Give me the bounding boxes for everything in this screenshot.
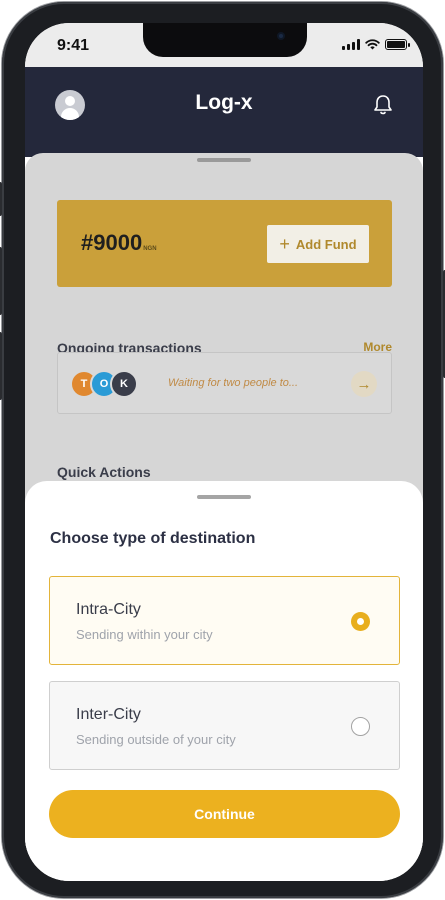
participant-avatar: K [110,370,138,398]
front-camera [277,32,285,40]
screen: 9:41 Log-x #9000NGN + Add Fund Ongoing t… [25,23,423,881]
quick-actions-title: Quick Actions [57,464,151,480]
status-icons [342,39,410,50]
continue-button[interactable]: Continue [49,790,400,838]
app-title: Log-x [195,91,253,114]
sheet-title: Choose type of destination [50,530,256,547]
app-header: Log-x [25,67,423,157]
mute-switch [0,182,2,216]
wallet-balance: #9000NGN [81,230,157,256]
bell-icon[interactable] [373,94,393,116]
phone-frame: 9:41 Log-x #9000NGN + Add Fund Ongoing t… [0,2,445,898]
balance-currency: NGN [143,246,157,252]
volume-up-button [0,247,2,315]
option-title: Inter-City [76,706,141,723]
option-intra-city[interactable]: Intra-City Sending within your city [49,576,400,665]
option-subtitle: Sending outside of your city [76,732,236,747]
plus-icon: + [279,234,290,254]
drag-handle [197,158,251,162]
destination-bottom-sheet: Choose type of destination Intra-City Se… [25,481,423,881]
quick-actions-header: Quick Actions [57,464,392,480]
fund-card: #9000NGN + Add Fund [57,200,392,287]
status-bar: 9:41 [25,23,423,67]
radio-unselected-icon[interactable] [351,717,370,736]
option-inter-city[interactable]: Inter-City Sending outside of your city [49,681,400,770]
participant-avatars: T O K [70,370,150,398]
volume-down-button [0,332,2,400]
signal-icon [342,39,360,50]
battery-icon [385,39,410,50]
transaction-status: Waiting for two people to... [168,377,299,389]
add-fund-button[interactable]: + Add Fund [267,225,369,263]
radio-selected-icon[interactable] [351,612,370,631]
option-title: Intra-City [76,601,141,618]
wifi-icon [365,39,380,50]
sheet-drag-handle[interactable] [197,495,251,499]
add-fund-label: Add Fund [295,236,357,252]
notch [143,23,307,57]
arrow-right-icon[interactable]: → [351,371,377,397]
transaction-card[interactable]: T O K Waiting for two people to... → [57,352,392,414]
balance-amount: #9000 [81,230,143,255]
option-subtitle: Sending within your city [76,627,213,642]
status-time: 9:41 [57,37,90,54]
